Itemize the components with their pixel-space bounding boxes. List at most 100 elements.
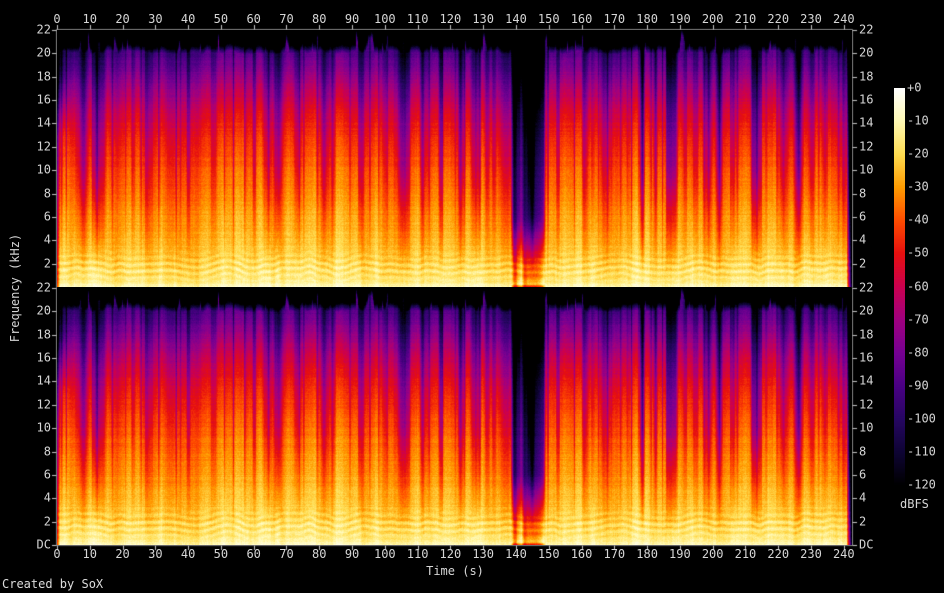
time-tick-label-bottom: 220 [767,547,790,561]
freq-tick-label-left: 14 [36,115,51,130]
credit-text: Created by SoX [2,577,104,591]
time-tick-label-bottom: 180 [636,547,658,561]
time-tick-label-bottom: 240 [832,547,855,561]
freq-tick-label-left: 2 [43,256,51,271]
time-tick-label-top: 80 [312,12,327,26]
time-tick-label-bottom: 90 [344,547,360,561]
colorbar-tick-label: -90 [907,378,929,393]
colorbar-tick-label: -120 [907,477,936,492]
time-tick-label-bottom: 150 [537,547,560,561]
freq-tick-label-right: 20 [859,45,874,60]
time-tick-label-top: 120 [439,12,462,26]
time-tick-label-top: 20 [115,12,130,26]
time-tick-label-bottom: 160 [570,547,593,561]
colorbar-tick-label: -30 [907,179,929,194]
freq-tick-label-right: 12 [859,397,874,412]
time-tick-label-bottom: 80 [312,547,327,561]
freq-tick-label-left: 14 [36,373,51,388]
freq-tick-label-left: 10 [36,420,51,435]
freq-tick-label-left: 8 [43,444,51,459]
time-tick-label-top: 140 [505,12,527,26]
freq-tick-label-left: 10 [36,162,51,177]
colorbar-tick-label: -10 [907,113,929,128]
freq-tick-label-right: 16 [859,92,874,107]
time-tick-label-top: 40 [180,12,196,26]
freq-tick-label-right: DC [859,537,874,552]
freq-tick-label-left: 18 [36,327,51,342]
time-tick-label-bottom: 0 [53,547,61,561]
freq-tick-label-left: 2 [43,514,51,529]
time-tick-label-top: 150 [537,12,560,26]
time-tick-label-bottom: 230 [800,547,822,561]
freq-tick-label-right: 8 [859,444,867,459]
freq-tick-label-right: 8 [859,186,867,201]
time-tick-label-bottom: 30 [148,547,163,561]
time-tick-label-bottom: 70 [279,547,294,561]
time-tick-label-bottom: 200 [701,547,724,561]
y-axis-title: Frequency (kHz) [8,233,22,343]
time-tick-label-top: 200 [701,12,724,26]
freq-tick-label-left: 6 [43,467,51,482]
time-tick-label-top: 60 [246,12,261,26]
freq-tick-label-left: 8 [43,186,51,201]
freq-tick-label-right: 14 [859,115,874,130]
freq-tick-label-right: 12 [859,139,874,154]
time-tick-label-bottom: 50 [213,547,229,561]
freq-tick-label-right: 2 [859,514,867,529]
time-tick-label-top: 210 [734,12,757,26]
time-tick-label-top: 0 [53,12,61,26]
time-tick-label-top: 70 [279,12,294,26]
time-tick-label-top: 230 [800,12,822,26]
freq-tick-label-right: 16 [859,350,874,365]
freq-tick-label-right: 22 [859,22,874,37]
colorbar-unit-label: dBFS [900,497,929,511]
freq-tick-label-right: 22 [859,280,874,295]
time-tick-label-bottom: 170 [603,547,626,561]
time-tick-label-bottom: 140 [505,547,527,561]
freq-tick-label-left: 6 [43,209,51,224]
freq-tick-label-left: 12 [36,139,51,154]
freq-tick-label-left: 22 [36,280,51,295]
freq-tick-label-left: 20 [36,45,51,60]
freq-tick-label-right: 2 [859,256,867,271]
time-tick-label-bottom: 60 [246,547,261,561]
colorbar-tick-label: -100 [907,411,936,426]
freq-tick-label-right: 10 [859,162,874,177]
freq-tick-label-right: 4 [859,490,867,505]
colorbar-tick-label: -20 [907,146,929,161]
freq-tick-label-right: 18 [859,327,874,342]
colorbar-tick-label: -40 [907,212,929,227]
colorbar-tick-label: +0 [907,80,922,95]
time-tick-label-top: 90 [344,12,360,26]
colorbar-tick-label: -70 [907,312,929,327]
time-tick-label-bottom: 120 [439,547,462,561]
sox-spectrogram-figure: 0 0 10 10 20 20 30 30 40 40 50 50 60 60 70 70 80 80 90 90 10… [0,0,944,593]
freq-tick-label-right: 14 [859,373,874,388]
time-tick-label-top: 10 [82,12,98,26]
time-tick-label-bottom: 100 [373,547,396,561]
freq-tick-label-right: 4 [859,232,867,247]
freq-tick-label-right: 18 [859,69,874,84]
colorbar-tick-label: -60 [907,279,929,293]
freq-tick-label-left: DC [36,537,51,552]
x-axis-title: Time (s) [426,564,484,578]
time-tick-label-top: 180 [636,12,658,26]
time-tick-label-top: 220 [767,12,790,26]
freq-tick-label-right: 6 [859,467,867,482]
freq-tick-label-left: 12 [36,397,51,412]
time-tick-label-bottom: 110 [406,547,429,561]
time-tick-label-top: 240 [832,12,855,26]
time-tick-label-top: 190 [669,12,691,26]
time-tick-label-bottom: 130 [472,547,495,561]
time-tick-label-top: 100 [373,12,396,26]
time-tick-label-bottom: 190 [669,547,691,561]
time-tick-label-bottom: 10 [82,547,98,561]
axis-tick-labels-layer: 0 0 10 10 20 20 30 30 40 40 50 50 60 60 70 70 80 80 90 90 10… [0,0,944,593]
freq-tick-label-right: 10 [859,420,874,435]
freq-tick-label-right: 20 [859,303,874,318]
time-tick-label-top: 50 [213,12,229,26]
colorbar-tick-label: -50 [907,245,929,260]
freq-tick-label-left: 4 [43,490,51,505]
time-tick-label-top: 110 [406,12,429,26]
time-tick-label-top: 170 [603,12,626,26]
